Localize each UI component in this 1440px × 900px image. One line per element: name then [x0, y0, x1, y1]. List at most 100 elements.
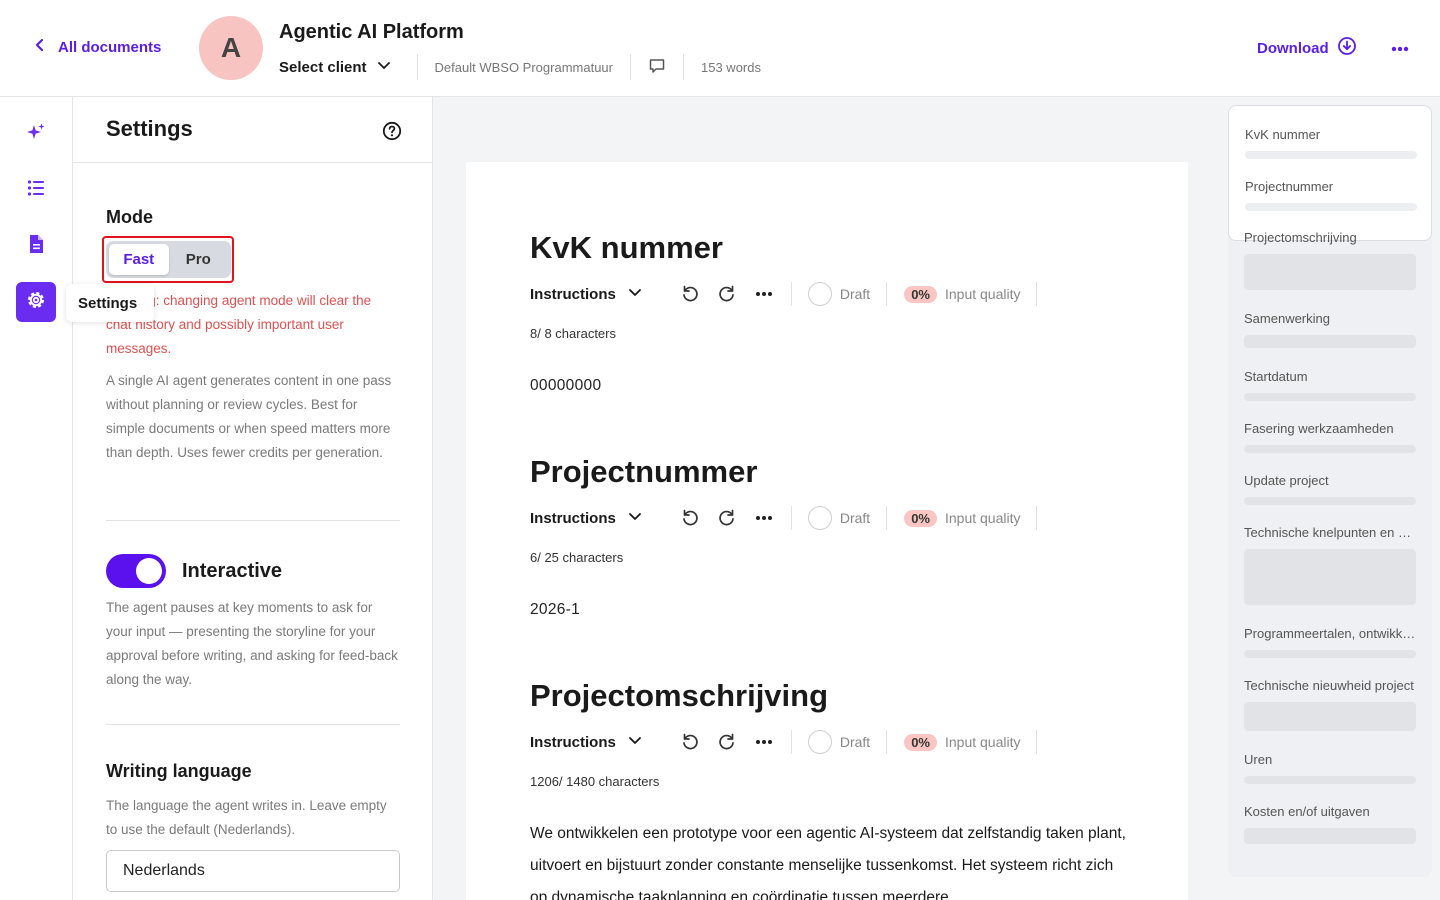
field-value[interactable]: 2026-1	[530, 601, 580, 619]
more-horizontal-icon	[1391, 39, 1409, 57]
outline-bar	[1244, 445, 1416, 453]
instructions-dropdown[interactable]: Instructions	[530, 509, 642, 527]
outline-bar	[1244, 254, 1416, 290]
outline-item[interactable]: Uren	[1244, 752, 1416, 767]
settings-title: Settings	[106, 116, 193, 141]
select-client-dropdown[interactable]: Select client	[279, 58, 417, 76]
section-title: Projectnummer	[530, 454, 758, 489]
outline-item[interactable]: Projectnummer	[1245, 179, 1417, 194]
section-title: Projectomschrijving	[530, 678, 829, 713]
document-title: Agentic AI Platform	[279, 21, 464, 43]
document-area[interactable]: KvK nummer Instructions Draft 0% Input q…	[433, 97, 1228, 900]
draft-checkbox[interactable]	[807, 730, 832, 754]
draft-label: Draft	[839, 510, 871, 526]
chevron-down-icon	[377, 58, 391, 76]
help-icon[interactable]	[382, 121, 402, 141]
writing-language-description: The language the agent writes in. Leave …	[106, 798, 387, 837]
redo-icon[interactable]	[717, 284, 737, 304]
outline-bar	[1244, 549, 1416, 605]
download-button[interactable]: Download	[1257, 36, 1357, 60]
mode-option-pro[interactable]: Pro	[169, 244, 229, 275]
redo-icon[interactable]	[717, 732, 737, 752]
template-name: Default WBSO Programmatuur	[434, 59, 613, 75]
settings-header: Settings	[73, 97, 432, 163]
download-icon	[1337, 36, 1357, 60]
more-horizontal-icon[interactable]	[754, 284, 774, 304]
char-count: 8/ 8 characters	[530, 326, 616, 341]
divider	[886, 730, 888, 754]
quality-label: Input quality	[944, 510, 1021, 526]
rail-ai-button[interactable]	[16, 114, 56, 154]
char-count: 6/ 25 characters	[530, 550, 624, 565]
outline-bar	[1244, 650, 1416, 658]
draft-checkbox[interactable]	[807, 282, 832, 306]
outline-item[interactable]: KvK nummer	[1245, 127, 1417, 142]
rail-document-button[interactable]	[16, 226, 56, 266]
toggle-knob	[136, 558, 162, 584]
list-icon	[26, 178, 46, 203]
document-icon	[27, 234, 45, 259]
field-value[interactable]: 00000000	[530, 377, 601, 395]
divider	[886, 506, 888, 530]
chevron-down-icon	[628, 509, 642, 527]
outline-bar	[1244, 497, 1416, 505]
outline-item[interactable]: Technische knelpunten en oplossingsricht…	[1244, 525, 1416, 540]
interactive-description: The agent pauses at key moments to ask f…	[106, 600, 398, 687]
mode-title: Mode	[106, 207, 153, 227]
outline-item[interactable]: Fasering werkzaamheden	[1244, 421, 1416, 436]
instructions-dropdown[interactable]: Instructions	[530, 285, 642, 303]
interactive-toggle[interactable]	[106, 554, 166, 588]
download-label: Download	[1257, 39, 1329, 57]
outline-bar	[1245, 151, 1417, 159]
comments-button[interactable]	[631, 57, 683, 78]
outline-bar	[1244, 702, 1416, 731]
draft-label: Draft	[839, 734, 871, 750]
mode-description: A single AI agent generates content in o…	[106, 373, 392, 460]
word-count: 153 words	[701, 59, 761, 75]
quality-badge: 0%	[904, 733, 937, 751]
instructions-dropdown[interactable]: Instructions	[530, 733, 642, 751]
undo-icon[interactable]	[680, 508, 700, 528]
quality-badge: 0%	[904, 285, 937, 303]
quality-label: Input quality	[944, 734, 1021, 750]
draft-label: Draft	[839, 286, 871, 302]
writing-language-input[interactable]	[106, 850, 400, 892]
rail-settings-button[interactable]	[16, 282, 56, 322]
outline-item[interactable]: Projectomschrijving	[1244, 230, 1416, 245]
redo-icon[interactable]	[717, 508, 737, 528]
instructions-label: Instructions	[530, 285, 616, 303]
outline-visible-frame: KvK nummer Projectnummer	[1228, 105, 1432, 241]
left-rail	[0, 97, 73, 900]
arrow-left-icon	[32, 37, 48, 57]
draft-checkbox[interactable]	[807, 506, 832, 530]
divider	[106, 724, 400, 725]
document-meta: Select client Default WBSO Programmatuur…	[279, 54, 778, 80]
rail-outline-button[interactable]	[16, 170, 56, 210]
outline-item[interactable]: Samenwerking	[1244, 311, 1416, 326]
more-horizontal-icon[interactable]	[754, 508, 774, 528]
outline-item[interactable]: Technische nieuwheid project	[1244, 678, 1416, 693]
outline-item[interactable]: Kosten en/of uitgaven	[1244, 804, 1416, 819]
more-options-button[interactable]	[1386, 35, 1414, 61]
all-documents-link[interactable]: All documents	[32, 37, 161, 57]
divider	[1036, 730, 1038, 754]
mode-option-fast[interactable]: Fast	[109, 244, 169, 275]
outline-item[interactable]: Startdatum	[1244, 369, 1416, 384]
undo-icon[interactable]	[680, 284, 700, 304]
section-toolbar: Instructions Draft 0% Input quality	[530, 279, 1038, 309]
divider	[1036, 282, 1038, 306]
undo-icon[interactable]	[680, 732, 700, 752]
more-horizontal-icon[interactable]	[754, 732, 774, 752]
outline-bar	[1245, 203, 1417, 211]
quality-badge: 0%	[904, 509, 937, 527]
field-paragraph[interactable]: We ontwikkelen een prototype voor een ag…	[530, 818, 1130, 900]
section-title: KvK nummer	[530, 230, 723, 265]
settings-tooltip: Settings	[66, 284, 154, 322]
interactive-label: Interactive	[182, 560, 283, 582]
outline-item[interactable]: Update project	[1244, 473, 1416, 488]
gear-icon	[25, 289, 47, 316]
chevron-down-icon	[628, 285, 642, 303]
outline-item[interactable]: Programmeertalen, ontwikkelomgevingen en…	[1244, 626, 1416, 641]
settings-panel: Settings Mode Fast Pro Warning: changing…	[73, 97, 433, 900]
outline-bar	[1244, 335, 1416, 348]
